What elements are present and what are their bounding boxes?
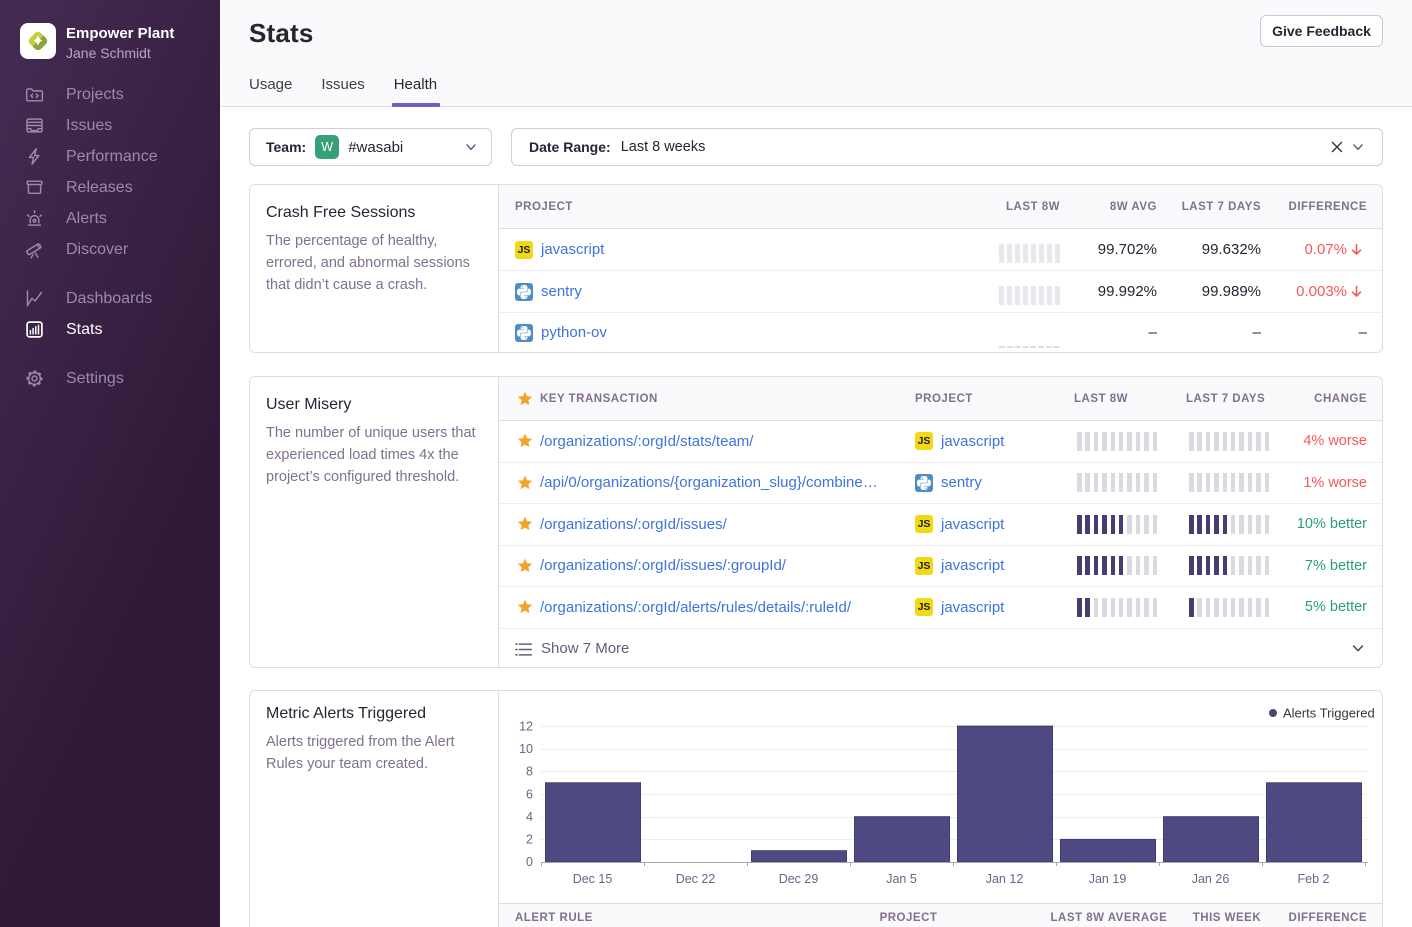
svg-text:Dec 29: Dec 29: [779, 872, 819, 886]
svg-text:Dec 22: Dec 22: [676, 872, 716, 886]
svg-text:2: 2: [526, 833, 533, 847]
svg-text:0: 0: [526, 855, 533, 869]
svg-text:6: 6: [526, 788, 533, 802]
svg-text:8: 8: [526, 765, 533, 779]
svg-text:Jan 19: Jan 19: [1089, 872, 1127, 886]
svg-text:Jan 12: Jan 12: [986, 872, 1024, 886]
svg-text:12: 12: [519, 720, 533, 734]
svg-text:Jan 5: Jan 5: [886, 872, 917, 886]
svg-text:4: 4: [526, 810, 533, 824]
svg-text:Alerts Triggered: Alerts Triggered: [1283, 706, 1375, 721]
svg-text:Dec 15: Dec 15: [573, 872, 613, 886]
svg-text:Feb 2: Feb 2: [1298, 872, 1330, 886]
svg-text:Jan 26: Jan 26: [1192, 872, 1230, 886]
svg-text:10: 10: [519, 742, 533, 756]
